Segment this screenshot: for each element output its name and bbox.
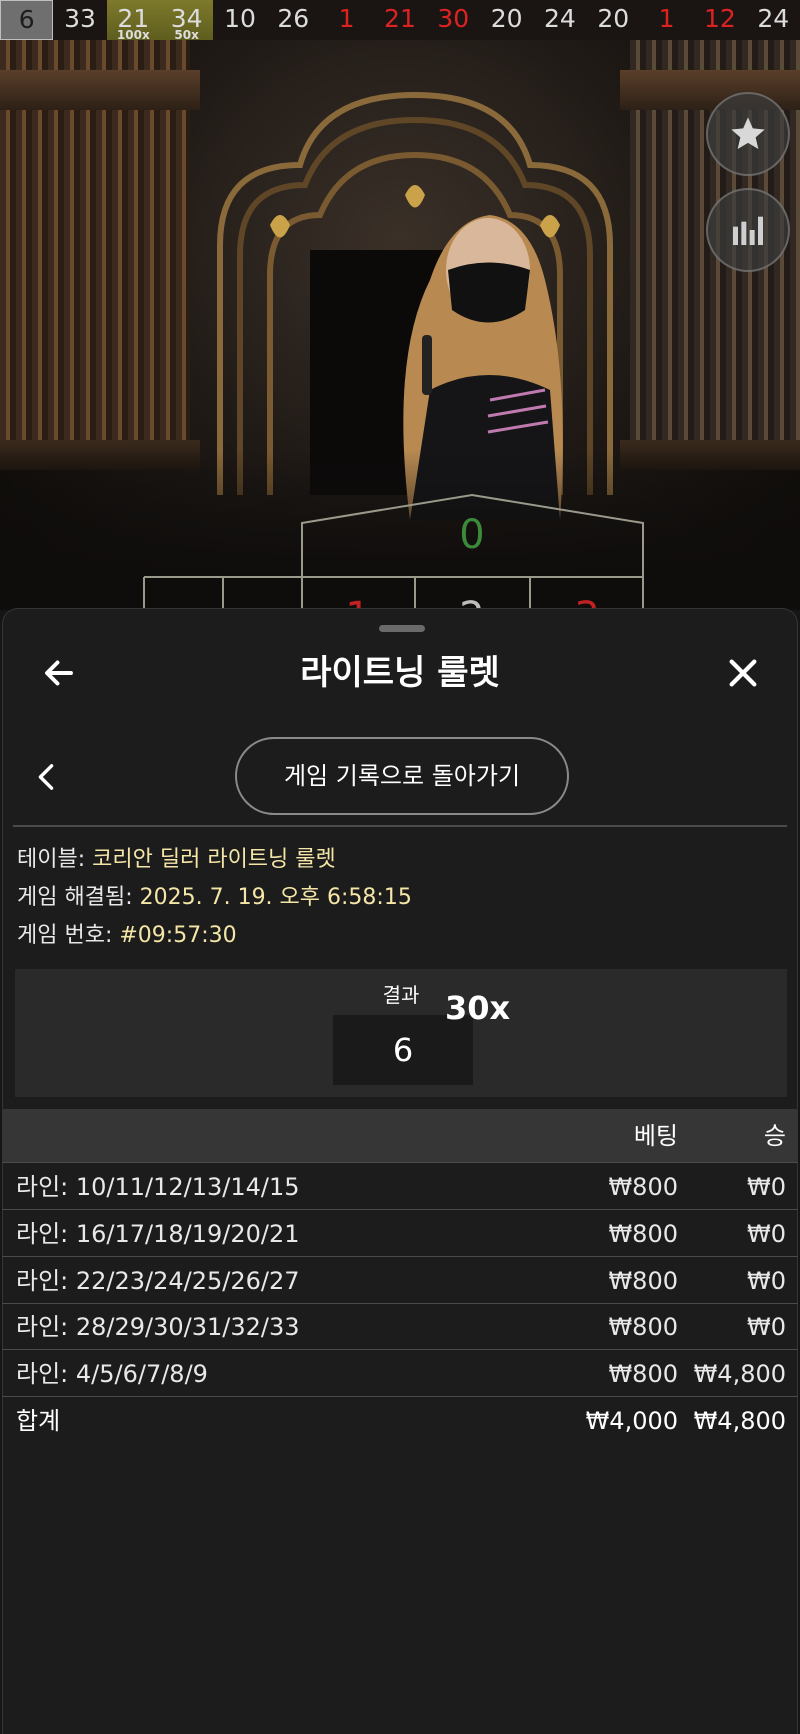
table-label: 테이블: [17, 847, 93, 872]
bet-amount: ₩800 [608, 1267, 678, 1295]
strip-cell: 12 [693, 0, 746, 40]
game-number-info: 게임 번호: #09:57:30 [17, 921, 237, 951]
bet-amount: ₩800 [608, 1360, 678, 1388]
table-row: 라인: 28/29/30/31/32/33 ₩800 ₩0 [2, 1304, 798, 1350]
win-column-header: 승 [763, 1122, 786, 1150]
table-row: 라인: 22/23/24/25/26/27 ₩800 ₩0 [2, 1258, 798, 1304]
strip-cell: 10 [213, 0, 266, 40]
pillar-left [0, 40, 200, 470]
result-label: 결과 [382, 983, 420, 1007]
resolved-info: 게임 해결됨: 2025. 7. 19. 오후 6:58:15 [17, 883, 412, 913]
strip-number: 24 [757, 4, 790, 33]
strip-cell: 20 [587, 0, 640, 40]
strip-cell: 26 [267, 0, 320, 40]
total-label: 합계 [16, 1407, 61, 1435]
drag-handle[interactable] [379, 625, 425, 632]
strip-cell: 24 [533, 0, 586, 40]
total-row: 합계 ₩4,000 ₩4,800 [2, 1398, 798, 1444]
strip-number: 12 [704, 4, 736, 33]
statistics-button[interactable] [706, 188, 790, 272]
strip-cell: 24 [747, 0, 800, 40]
sheet-title: 라이트닝 룰렛 [300, 653, 500, 693]
bet-line: 라인: 22/23/24/25/26/27 [16, 1267, 300, 1295]
strip-cell: 21 100x [106, 0, 160, 42]
previous-button[interactable] [31, 757, 61, 797]
strip-number: 26 [277, 4, 310, 33]
strip-cell: 1 [640, 0, 693, 40]
strip-cell: 30 [427, 0, 480, 40]
game-number-label: 게임 번호: [17, 923, 120, 948]
star-icon [731, 117, 765, 149]
bet-amount: ₩800 [608, 1173, 678, 1201]
bet-amount: ₩800 [608, 1313, 678, 1341]
strip-cell: 20 [480, 0, 533, 40]
bet-line: 라인: 16/17/18/19/20/21 [16, 1220, 300, 1248]
table-row: 라인: 4/5/6/7/8/9 ₩800 ₩4,800 [2, 1351, 798, 1397]
win-amount: ₩4,800 [693, 1360, 786, 1388]
statistics-icon [733, 216, 763, 245]
total-win: ₩4,800 [693, 1407, 786, 1435]
chevron-left-icon [38, 764, 54, 790]
strip-cell: 34 50x [159, 0, 214, 42]
strip-number: 1 [658, 4, 675, 33]
bet-line: 라인: 4/5/6/7/8/9 [16, 1360, 208, 1388]
favorite-button[interactable] [706, 92, 790, 176]
table-info: 테이블: 코리안 딜러 라이트닝 룰렛 [17, 845, 336, 875]
bet-column-header: 베팅 [633, 1122, 678, 1150]
game-number-value: #09:57:30 [119, 923, 237, 948]
bet-line: 라인: 28/29/30/31/32/33 [16, 1313, 300, 1341]
win-amount: ₩0 [747, 1267, 786, 1295]
strip-cell: 21 [373, 0, 426, 40]
win-amount: ₩0 [747, 1313, 786, 1341]
strip-number: 20 [490, 4, 523, 33]
strip-number: 24 [544, 4, 576, 33]
result-panel: 결과 6 30x [15, 969, 787, 1097]
strip-number: 21 [384, 4, 416, 33]
back-to-history-button[interactable]: 게임 기록으로 돌아가기 [235, 737, 569, 815]
live-video: 0 1 2 3 [0, 40, 800, 610]
table-row: 라인: 10/11/12/13/14/15 ₩800 ₩0 [2, 1164, 798, 1210]
strip-cell: 33 [53, 0, 106, 40]
strip-number: 6 [18, 5, 35, 34]
win-amount: ₩0 [747, 1220, 786, 1248]
resolved-label: 게임 해결됨: [17, 885, 140, 910]
strip-number: 1 [338, 4, 355, 33]
table-value: 코리안 딜러 라이트닝 룰렛 [92, 847, 336, 872]
board-zero: 0 [459, 512, 484, 558]
results-strip: 6 33 21 100x 34 50x 10 26 1 21 30 20 24 20… [0, 0, 800, 42]
table-row: 라인: 16/17/18/19/20/21 ₩800 ₩0 [2, 1211, 798, 1257]
close-button[interactable] [723, 653, 763, 693]
strip-number: 10 [224, 4, 256, 33]
roulette-board: 0 1 2 3 [143, 493, 644, 610]
close-icon [729, 659, 757, 687]
game-history-sheet: 라이트닝 룰렛 게임 기록으로 돌아가기 테이블: 코리안 딜러 라이트닝 룰렛… [2, 608, 798, 1734]
bet-amount: ₩800 [608, 1220, 678, 1248]
win-amount: ₩0 [747, 1173, 786, 1201]
strip-number: 30 [437, 4, 470, 33]
strip-number: 33 [64, 4, 96, 33]
strip-cell: 6 [0, 0, 54, 40]
strip-number: 20 [597, 4, 630, 33]
bet-line: 라인: 10/11/12/13/14/15 [16, 1173, 300, 1201]
divider [13, 825, 787, 827]
total-bet: ₩4,000 [585, 1407, 678, 1435]
bets-table-header: 베팅 승 [2, 1109, 798, 1163]
strip-cell: 1 [320, 0, 373, 40]
resolved-value: 2025. 7. 19. 오후 6:58:15 [139, 885, 412, 910]
result-multiplier: 30x [445, 989, 511, 1027]
